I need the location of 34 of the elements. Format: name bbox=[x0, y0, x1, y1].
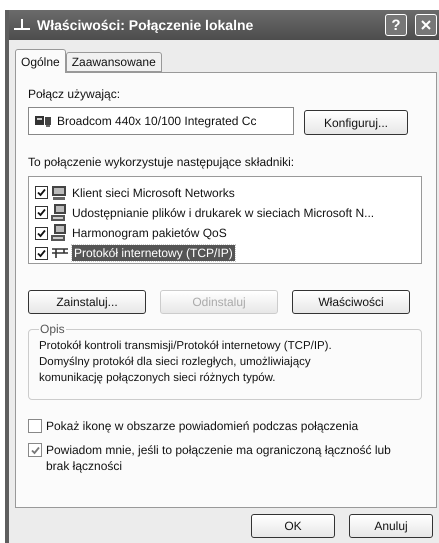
close-button[interactable] bbox=[415, 14, 437, 36]
close-icon bbox=[421, 20, 431, 30]
checkbox[interactable] bbox=[35, 226, 48, 240]
help-button[interactable]: ? bbox=[385, 14, 407, 36]
list-item[interactable]: Klient sieci Microsoft Networks bbox=[70, 184, 237, 201]
network-card-icon bbox=[35, 115, 51, 127]
checkbox[interactable] bbox=[28, 419, 42, 433]
section-label: Połącz używając: bbox=[28, 87, 122, 101]
dialog-button[interactable]: OK bbox=[251, 514, 335, 538]
list-item[interactable]: Harmonogram pakietów QoS bbox=[70, 225, 229, 242]
network-icon bbox=[13, 19, 31, 31]
checkbox[interactable] bbox=[35, 186, 48, 200]
option-label: Pokaż ikonę w obszarze powiadomień podczas połączenia bbox=[46, 418, 358, 434]
computer-icon bbox=[51, 184, 67, 201]
section-label: To połączenie wykorzystuje następujące składniki: bbox=[28, 155, 296, 169]
tab[interactable]: Zaawansowane bbox=[66, 52, 162, 72]
computer-icon bbox=[51, 204, 67, 222]
description-text: Protokół kontroli transmisji/Protokół internetowy (TCP/IP). Domyślny protokół dla sieci rozległych, umożliwiający komunikację połączonych sieci różnych typów. bbox=[39, 339, 333, 386]
dialog-button[interactable]: Anuluj bbox=[349, 514, 433, 538]
checkbox[interactable] bbox=[28, 443, 42, 457]
network-icon bbox=[51, 247, 69, 260]
computer-icon bbox=[51, 224, 67, 242]
configure-button[interactable]: Konfiguruj... bbox=[304, 110, 408, 135]
adapter-name: Broadcom 440x 10/100 Integrated Cc bbox=[57, 114, 256, 128]
window-title: Właściwości: Połączenie lokalne bbox=[37, 17, 254, 33]
group-title: Opis bbox=[39, 322, 66, 336]
action-button[interactable]: Zainstaluj... bbox=[28, 290, 146, 314]
checkbox[interactable] bbox=[35, 206, 48, 220]
tab[interactable]: Ogólne bbox=[15, 49, 66, 73]
checkbox[interactable] bbox=[35, 246, 48, 260]
option-label: Powiadom mnie, jeśli to połączenie ma ograniczoną łączność lub brak łączności bbox=[46, 442, 391, 474]
list-item[interactable]: Protokół internetowy (TCP/IP) bbox=[72, 245, 235, 262]
action-button[interactable]: Właściwości bbox=[292, 290, 410, 314]
list-item[interactable]: Udostępnianie plików i drukarek w sieciach Microsoft N... bbox=[70, 204, 376, 221]
